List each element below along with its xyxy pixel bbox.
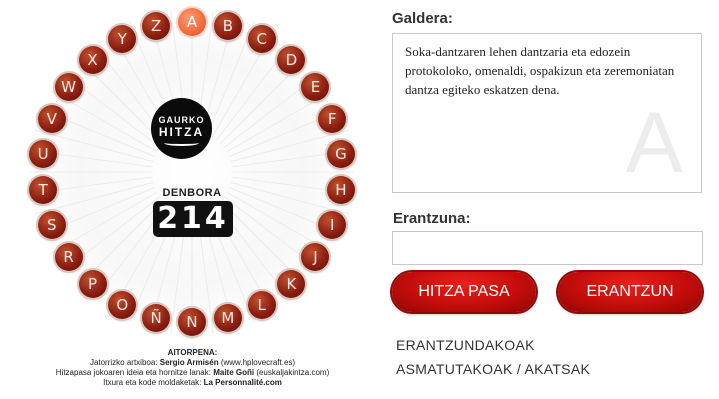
credits-line-2-suffix: (euskaljakintza.com): [254, 368, 330, 377]
letter-button-b[interactable]: B: [213, 12, 242, 41]
credits-line-2-prefix: Hitzapasa jokoaren ideia eta hornitze la…: [55, 368, 214, 377]
answer-button[interactable]: ERANTZUN: [558, 272, 702, 312]
logo-line-1: GAURKO: [158, 115, 205, 125]
letter-button-i[interactable]: I: [318, 211, 347, 240]
question-box: A Soka-dantzaren lehen dantzaria eta edo…: [392, 33, 702, 193]
letter-button-n[interactable]: N: [178, 308, 206, 336]
letter-button-e[interactable]: E: [301, 72, 330, 101]
sunburst-background: [30, 10, 354, 334]
letter-button-x[interactable]: X: [78, 45, 107, 74]
letter-button-k[interactable]: K: [277, 270, 306, 299]
answer-input[interactable]: [392, 231, 703, 265]
letter-button-u[interactable]: U: [29, 139, 58, 168]
letter-button-m[interactable]: M: [213, 303, 242, 332]
answer-label: Erantzuna:: [393, 210, 471, 227]
letter-button-w[interactable]: W: [54, 72, 83, 101]
score-link[interactable]: ASMATUTAKOAK / AKATSAK: [396, 361, 590, 377]
answered-link[interactable]: ERANTZUNDAKOAK: [396, 337, 535, 353]
credits-title: AITORPENA:: [167, 348, 218, 357]
credits-line-1-prefix: Jatorrizko artxiboa:: [89, 358, 160, 367]
letter-button-v[interactable]: V: [37, 104, 66, 133]
credits: AITORPENA: Jatorrizko artxiboa: Sergio A…: [0, 348, 385, 388]
letter-button-f[interactable]: F: [318, 104, 347, 133]
timer-display: 214: [153, 201, 233, 237]
letter-button-j[interactable]: J: [301, 243, 330, 272]
letter-button-ñ[interactable]: Ñ: [142, 303, 171, 332]
gaurko-hitza-logo: GAURKO HITZA: [151, 98, 212, 159]
letter-button-y[interactable]: Y: [108, 25, 137, 54]
credits-line-3: Itxura eta kode moldaketak: La Personnal…: [0, 378, 385, 388]
question-label: Galdera:: [392, 10, 453, 27]
credits-line-3-prefix: Itxura eta kode moldaketak:: [103, 378, 204, 387]
credits-line-3-name: La Personnalité.com: [203, 378, 282, 387]
letter-button-s[interactable]: S: [37, 211, 66, 240]
credits-line-1-suffix: (www.hplovecraft.es): [218, 358, 296, 367]
logo-line-2: HITZA: [158, 125, 205, 139]
question-letter-watermark: A: [625, 95, 683, 191]
letter-button-r[interactable]: R: [54, 243, 83, 272]
logo-swoosh-icon: [164, 140, 199, 146]
letter-button-l[interactable]: L: [247, 290, 276, 319]
letter-button-o[interactable]: O: [108, 290, 137, 319]
letter-wheel: GAURKO HITZA DENBORA 214 ABCDEFGHIJKLMNÑ…: [0, 0, 385, 350]
pass-word-button[interactable]: HITZA PASA: [392, 272, 536, 312]
credits-line-2-name: Maite Goñi: [213, 368, 255, 377]
timer-label: DENBORA: [162, 187, 222, 199]
credits-line-1: Jatorrizko artxiboa: Sergio Armisén (www…: [0, 358, 385, 368]
letter-button-d[interactable]: D: [277, 45, 306, 74]
letter-button-h[interactable]: H: [326, 176, 355, 205]
letter-button-g[interactable]: G: [326, 139, 355, 168]
letter-button-z[interactable]: Z: [142, 12, 171, 41]
credits-line-2: Hitzapasa jokoaren ideia eta hornitze la…: [0, 368, 385, 378]
letter-button-a[interactable]: A: [178, 8, 206, 36]
letter-button-p[interactable]: P: [78, 270, 107, 299]
question-text: Soka-dantzaren lehen dantzaria eta edoze…: [405, 44, 675, 97]
letter-button-c[interactable]: C: [247, 25, 276, 54]
letter-button-t[interactable]: T: [29, 176, 58, 205]
credits-line-1-name: Sergio Armisén: [159, 358, 219, 367]
